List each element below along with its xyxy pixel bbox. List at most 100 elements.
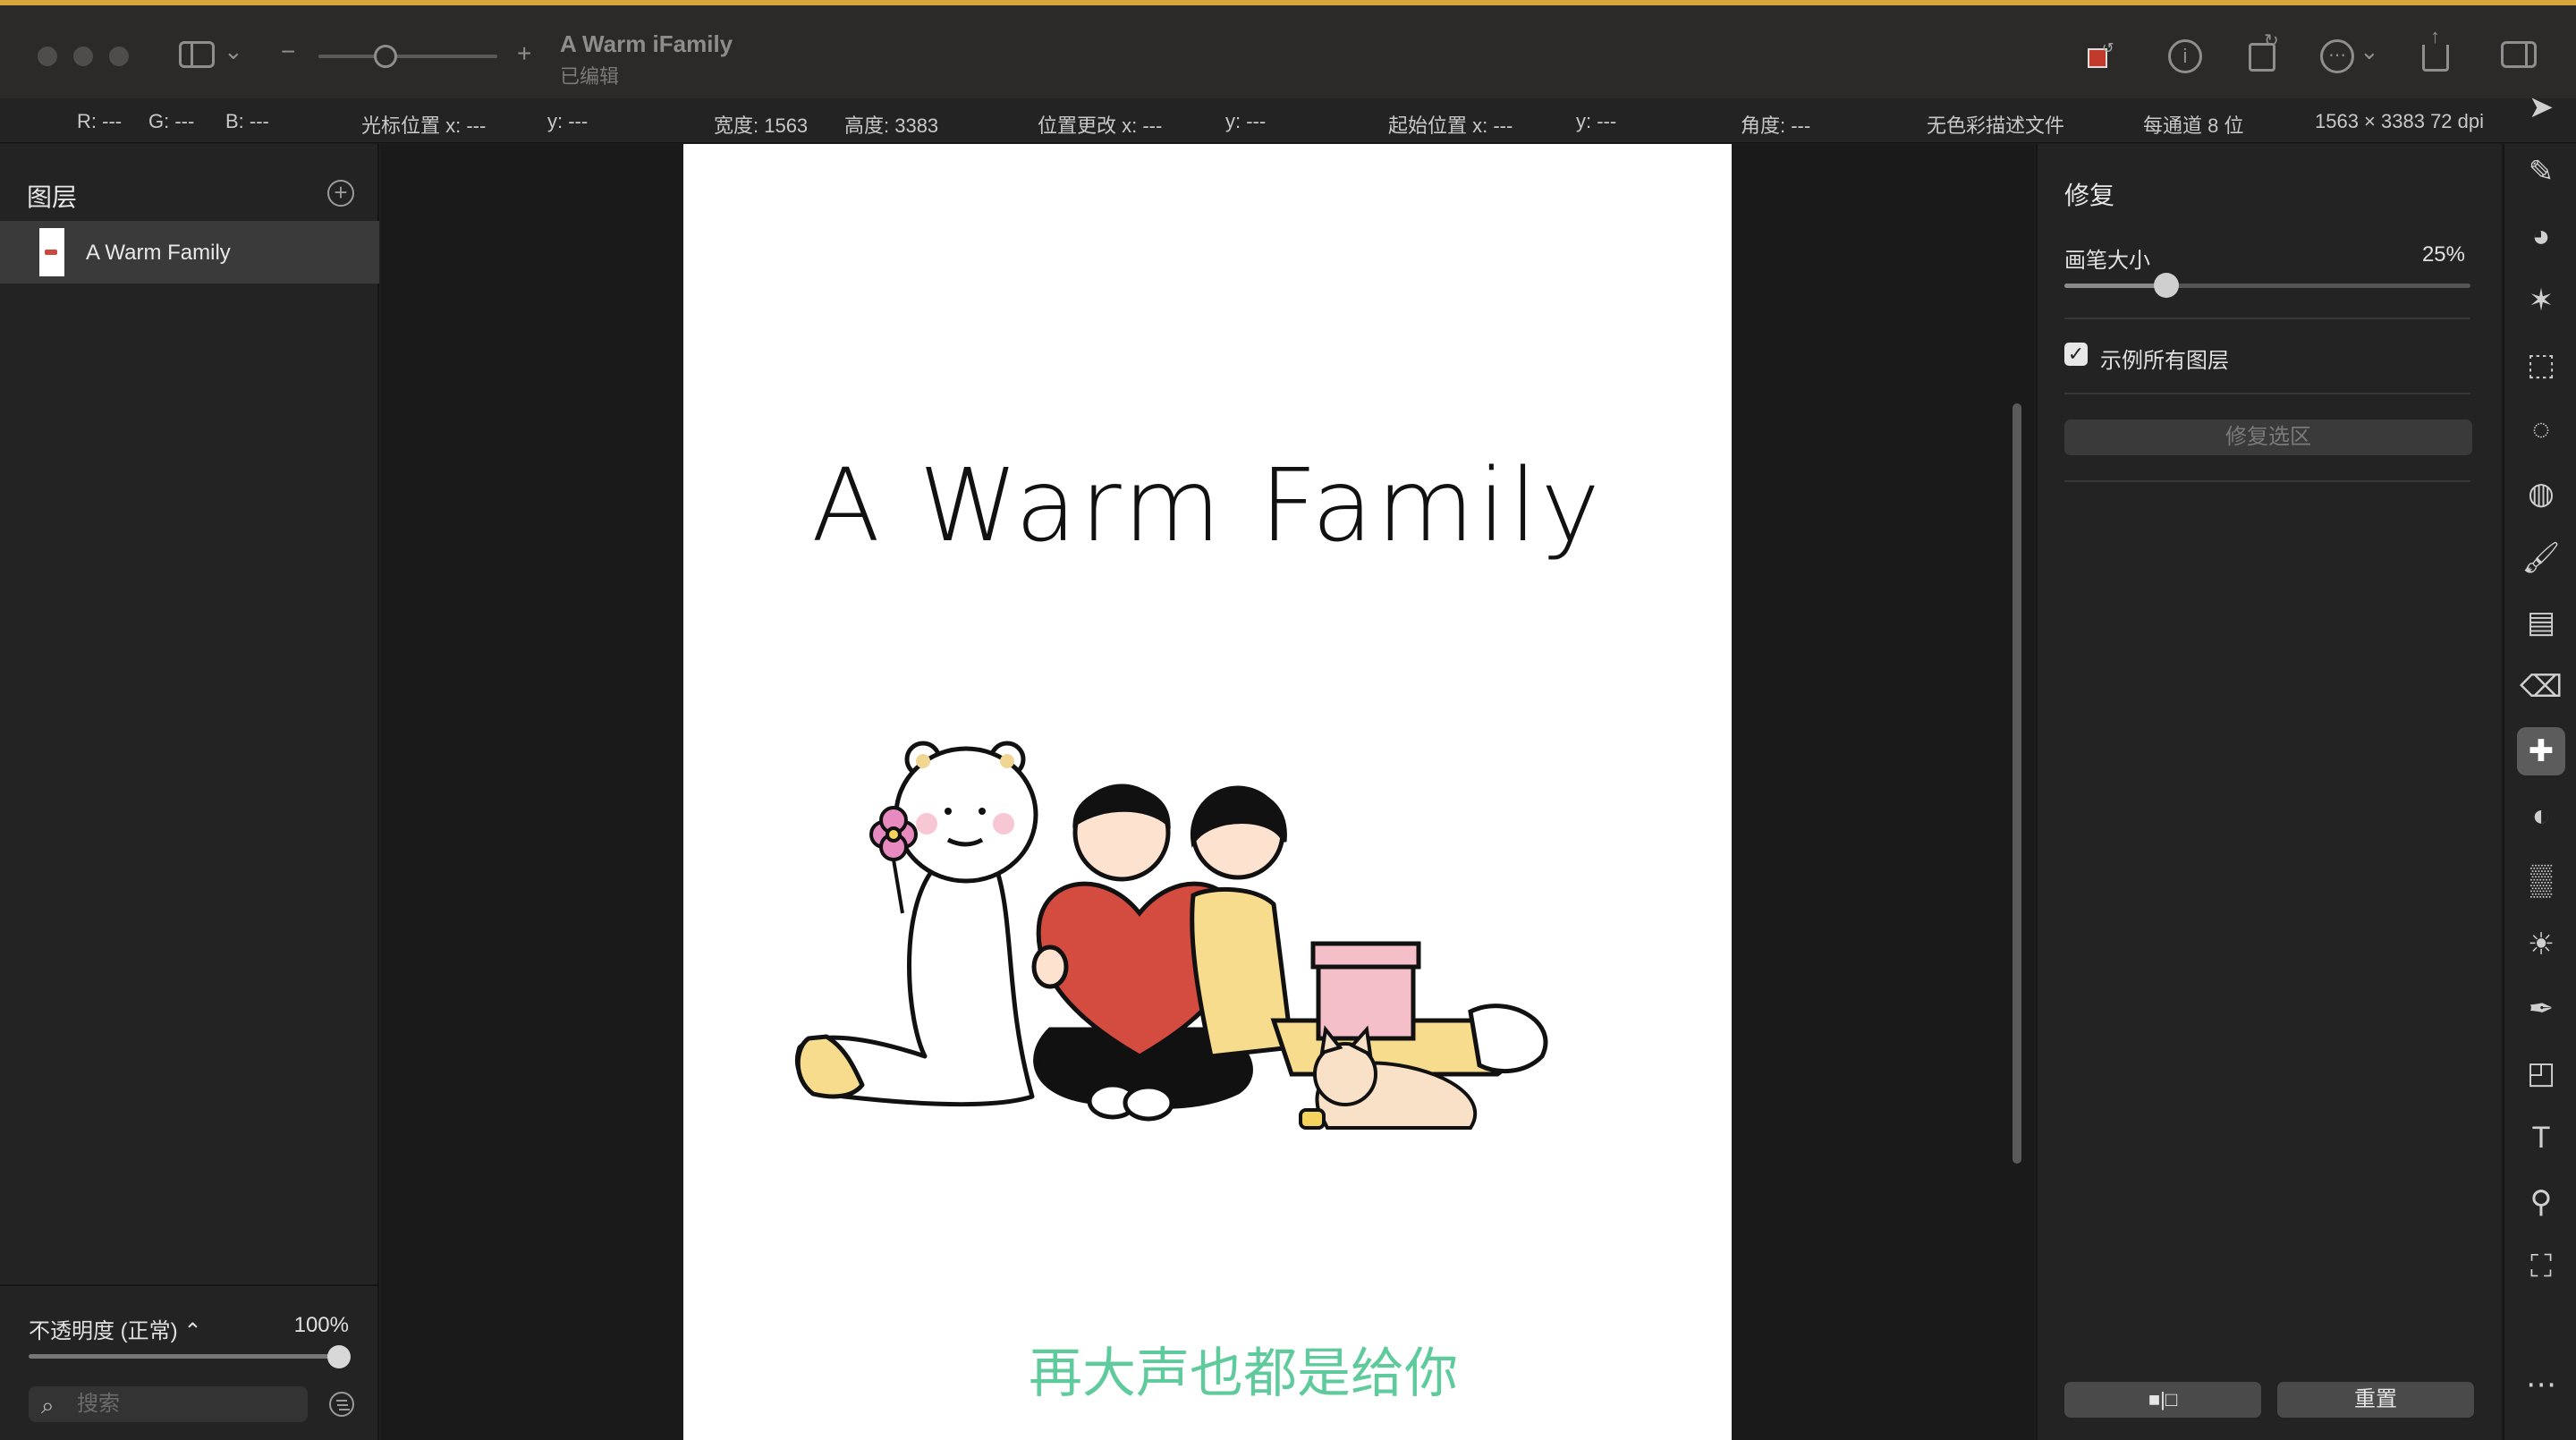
title-bar: ⌄ − + A Warm iFamily 已编辑 ↺ i ↻ ⋯ ⌄ ↑	[0, 0, 2576, 98]
arrow-tool[interactable]: ➤	[2517, 83, 2565, 131]
layer-thumbnail	[39, 228, 64, 276]
gradient-tool[interactable]: ▤	[2517, 598, 2565, 647]
divider	[2064, 318, 2470, 319]
lasso-tool[interactable]: ◌	[2517, 405, 2565, 453]
layer-name: A Warm Family	[86, 241, 231, 265]
info-origin-x: 起始位置 x: ---	[1388, 114, 1513, 137]
crop-tool[interactable]: ⛶	[2517, 1242, 2565, 1291]
bear-ear-inner	[916, 754, 930, 768]
info-icon: i	[2182, 45, 2188, 67]
zoom-out-button[interactable]: −	[281, 39, 295, 64]
info-bar: R: --- G: --- B: --- 光标位置 x: --- y: --- …	[0, 98, 2576, 143]
filter-icon[interactable]	[329, 1392, 354, 1417]
rotate-icon: ↻	[2264, 31, 2279, 51]
layers-panel: 图层 + A Warm Family 不透明度 (正常) ⌃ 100% ⌕	[0, 144, 379, 1440]
repair-tool[interactable]: ✚	[2517, 727, 2565, 775]
blur-icon: ▒	[2529, 863, 2553, 897]
divider	[2064, 393, 2470, 394]
vertical-scrollbar[interactable]	[2012, 403, 2021, 1164]
boy-foot	[1123, 1084, 1174, 1122]
tools-palette: ➤ ✎ ◕ ✶ ⬚ ◌ ◍ 🖌 ▤ ⌫ ✚ ◐ ▒ ☀ ✒ ◰ T ⚲ ⛶ ⋯	[2503, 90, 2576, 1440]
info-profile: 无色彩描述文件	[1927, 114, 2065, 137]
text-tool[interactable]: T	[2517, 1114, 2565, 1162]
eraser-tool[interactable]: ⌫	[2517, 663, 2565, 711]
document-status: 已编辑	[560, 65, 620, 88]
exposure-tool[interactable]: ☀	[2517, 920, 2565, 969]
inspector-toggle-button[interactable]	[2501, 41, 2537, 68]
info-origin-y: y: ---	[1576, 110, 1617, 132]
rect-select-icon: ⬚	[2526, 348, 2556, 382]
info-cursor-y: y: ---	[547, 110, 589, 132]
brush-size-value: 25%	[2421, 242, 2465, 267]
info-height: 高度: 3383	[844, 114, 939, 137]
effects-tool[interactable]: ✶	[2517, 276, 2565, 325]
gift-lid	[1310, 941, 1421, 970]
info-angle: 角度: ---	[1741, 114, 1811, 137]
clone-tool[interactable]: ◐	[2517, 792, 2565, 840]
compare-button[interactable]: ■|□	[2064, 1382, 2261, 1418]
layer-search-box[interactable]: ⌕	[29, 1386, 308, 1422]
image-canvas[interactable]: A Warm Family 再大声也都是给你	[683, 144, 1732, 1440]
pen-tool[interactable]: ✒	[2517, 985, 2565, 1033]
info-delta-y: y: ---	[1225, 110, 1267, 132]
zoom-slider-knob[interactable]	[374, 45, 397, 68]
zoom-tool[interactable]: ⚲	[2517, 1178, 2565, 1226]
rect-select-tool[interactable]: ⬚	[2517, 341, 2565, 389]
boy-hand	[1031, 944, 1069, 989]
sample-all-layers-checkbox[interactable]: ✓	[2064, 343, 2088, 366]
flower	[869, 806, 918, 914]
girl-sock	[1468, 1004, 1548, 1074]
search-icon: ⌕	[41, 1392, 55, 1419]
style-tool[interactable]: ✎	[2517, 148, 2565, 196]
minimize-window-button[interactable]	[73, 47, 93, 66]
flower-center	[886, 826, 902, 843]
info-button[interactable]: i	[2168, 39, 2202, 73]
color-swatch-button[interactable]: ↺	[2088, 41, 2114, 68]
info-dims: 1563 × 3383 72 dpi	[2315, 110, 2485, 132]
opacity-slider[interactable]	[29, 1354, 342, 1359]
pen-icon: ✒	[2528, 992, 2555, 1026]
quick-select-tool[interactable]: ◍	[2517, 470, 2565, 518]
text-icon: T	[2531, 1121, 2551, 1155]
opacity-blend-select[interactable]: 不透明度 (正常) ⌃	[29, 1313, 201, 1344]
style-icon: ✎	[2528, 155, 2555, 189]
layer-search-input[interactable]	[77, 1392, 292, 1417]
repair-title: 修复	[2064, 182, 2115, 209]
rotate-button[interactable]: ↻	[2249, 31, 2279, 72]
info-width: 宽度: 1563	[714, 114, 809, 137]
layer-item[interactable]: A Warm Family	[0, 221, 379, 284]
clone-icon: ◐	[2531, 799, 2551, 833]
chevron-down-icon[interactable]: ⌄	[224, 39, 243, 63]
repair-selection-button[interactable]: 修复选区	[2064, 419, 2472, 455]
chevron-down-icon[interactable]: ⌄	[2360, 39, 2379, 63]
girl-figure	[1190, 785, 1548, 1077]
more-options-button[interactable]: ⋯	[2320, 39, 2354, 73]
brush-size-slider[interactable]	[2064, 284, 2470, 288]
bear-cheek	[993, 813, 1014, 834]
reset-button[interactable]: 重置	[2277, 1382, 2474, 1418]
brush-size-knob[interactable]	[2153, 273, 2179, 298]
eraser-icon: ⌫	[2519, 670, 2563, 704]
color-adjust-tool[interactable]: ◕	[2517, 212, 2565, 260]
brush-tool[interactable]: 🖌	[2517, 534, 2565, 582]
share-icon: ↑	[2430, 25, 2440, 47]
zoom-slider[interactable]	[318, 55, 497, 58]
blur-tool[interactable]: ▒	[2517, 856, 2565, 904]
share-button[interactable]: ↑	[2422, 25, 2449, 72]
opacity-value: 100%	[293, 1313, 349, 1337]
gradient-icon: ▤	[2526, 606, 2556, 640]
more-tool[interactable]: ⋯	[2517, 1360, 2565, 1409]
more-icon: ⋯	[2526, 1368, 2556, 1402]
shape-tool[interactable]: ◰	[2517, 1049, 2565, 1097]
add-layer-button[interactable]: +	[327, 180, 354, 207]
sidebar-toggle-button[interactable]	[179, 41, 215, 68]
quick-select-icon: ◍	[2528, 477, 2555, 511]
zoom-icon: ⚲	[2529, 1185, 2553, 1219]
zoom-window-button[interactable]	[109, 47, 129, 66]
canvas-area[interactable]: A Warm Family 再大声也都是给你	[381, 144, 2034, 1440]
cat-toy	[1299, 1108, 1326, 1130]
sidebar-icon	[191, 44, 193, 65]
zoom-in-button[interactable]: +	[517, 41, 531, 66]
opacity-slider-knob[interactable]	[327, 1345, 351, 1368]
close-window-button[interactable]	[38, 47, 57, 66]
